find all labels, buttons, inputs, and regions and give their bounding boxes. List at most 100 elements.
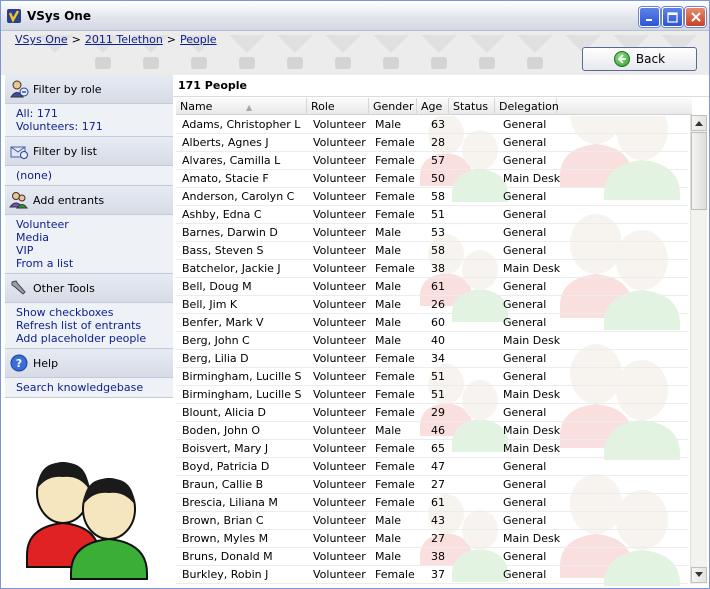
cell-gender: Male (375, 514, 402, 527)
add-volunteer-link[interactable]: Volunteer (16, 218, 173, 231)
table-row[interactable]: Brown, Brian C Volunteer Male 43 General (176, 512, 688, 530)
minimize-button[interactable] (639, 7, 660, 27)
cell-gender: Female (375, 190, 415, 203)
cell-role: Volunteer (313, 316, 366, 329)
add-people-icon (9, 190, 29, 210)
table-row[interactable]: Ashby, Edna C Volunteer Female 51 General (176, 206, 688, 224)
cell-delegation: General (503, 118, 547, 131)
table-row[interactable]: Boisvert, Mary J Volunteer Female 65 Main De… (176, 440, 688, 458)
cell-status (447, 422, 497, 439)
column-header-gender[interactable]: Gender (369, 98, 417, 115)
table-row[interactable]: Berg, John C Volunteer Male 40 Main Desk (176, 332, 688, 350)
people-count-heading: 171 People (173, 75, 709, 97)
cell-gender: Male (375, 280, 402, 293)
cell-delegation: General (503, 154, 547, 167)
table-row[interactable]: Anderson, Carolyn C Volunteer Female 58 Gene… (176, 188, 688, 206)
column-header-role[interactable]: Role (307, 98, 369, 115)
cell-role: Volunteer (313, 550, 366, 563)
breadcrumb-vsys-one[interactable]: VSys One (15, 33, 68, 46)
add-vip-link[interactable]: VIP (16, 244, 173, 257)
cell-role: Volunteer (313, 298, 366, 311)
cell-age: 53 (431, 226, 445, 239)
breadcrumb-telethon[interactable]: 2011 Telethon (85, 33, 163, 46)
column-header-delegation[interactable]: Delegation (495, 98, 559, 115)
add-media-link[interactable]: Media (16, 231, 173, 244)
table-row[interactable]: Batchelor, Jackie J Volunteer Female 38 Main… (176, 260, 688, 278)
cell-age: 47 (431, 460, 445, 473)
table-row[interactable]: Bell, Doug M Volunteer Male 61 General (176, 278, 688, 296)
table-row[interactable]: Brown, Myles M Volunteer Male 27 Main Desk (176, 530, 688, 548)
scroll-up-button[interactable] (691, 115, 707, 131)
cell-delegation: Main Desk (503, 262, 561, 275)
cell-delegation: General (503, 316, 547, 329)
table-row[interactable]: Bruns, Donald M Volunteer Male 38 General (176, 548, 688, 566)
breadcrumb-separator: > (71, 33, 81, 46)
table-row[interactable]: Alberts, Agnes J Volunteer Female 28 General (176, 134, 688, 152)
column-header-age[interactable]: Age (417, 98, 449, 115)
breadcrumb: VSys One >2011 Telethon > People (15, 33, 217, 46)
svg-text:?: ? (16, 357, 22, 370)
cell-gender: Female (375, 172, 415, 185)
table-row[interactable]: Barnes, Darwin D Volunteer Male 53 General (176, 224, 688, 242)
cell-status (447, 368, 497, 385)
cell-name: Bell, Jim K (182, 298, 238, 311)
cell-gender: Female (375, 442, 415, 455)
maximize-icon (667, 11, 678, 23)
table-row[interactable]: Boden, John O Volunteer Male 46 Main Desk (176, 422, 688, 440)
vertical-scrollbar[interactable] (690, 115, 707, 584)
cell-role: Volunteer (313, 532, 366, 545)
back-button[interactable]: Back (582, 47, 697, 71)
cell-status (447, 260, 497, 277)
cell-delegation: Main Desk (503, 388, 561, 401)
cell-delegation: General (503, 460, 547, 473)
table-row[interactable]: Burkley, Robin J Volunteer Female 37 General (176, 566, 688, 584)
cell-gender: Female (375, 406, 415, 419)
add-entrants-title: Add entrants (33, 193, 105, 207)
cell-age: 34 (431, 352, 445, 365)
search-knowledgebase-link[interactable]: Search knowledgebase (16, 381, 173, 394)
cell-age: 61 (431, 496, 445, 509)
scroll-thumb[interactable] (691, 132, 707, 210)
table-row[interactable]: Bass, Steven S Volunteer Male 58 General (176, 242, 688, 260)
filter-all-link[interactable]: All: 171 (16, 107, 173, 120)
cell-role: Volunteer (313, 190, 366, 203)
table-row[interactable]: Alvares, Camilla L Volunteer Female 57 Gener… (176, 152, 688, 170)
cell-status (447, 134, 497, 151)
table-row[interactable]: Adams, Christopher L Volunteer Male 63 Gener… (176, 116, 688, 134)
breadcrumb-people[interactable]: People (180, 33, 217, 46)
filter-list-none-link[interactable]: (none) (16, 169, 173, 182)
table-row[interactable]: Birmingham, Lucille S Volunteer Female 51 Ma… (176, 386, 688, 404)
cell-gender: Female (375, 460, 415, 473)
cell-gender: Male (375, 118, 402, 131)
table-row[interactable]: Bell, Jim K Volunteer Male 26 General (176, 296, 688, 314)
cell-name: Burkley, Robin J (182, 568, 269, 581)
show-checkboxes-link[interactable]: Show checkboxes (16, 306, 173, 319)
cell-status (447, 458, 497, 475)
scroll-down-button[interactable] (691, 567, 707, 583)
cell-status (447, 332, 497, 349)
column-header-name[interactable]: Name ▲ (176, 98, 307, 115)
list-filter-icon (9, 141, 29, 161)
table-row[interactable]: Benfer, Mark V Volunteer Male 60 General (176, 314, 688, 332)
table-row[interactable]: Blount, Alicia D Volunteer Female 29 General (176, 404, 688, 422)
add-from-list-link[interactable]: From a list (16, 257, 173, 270)
filter-volunteers-link[interactable]: Volunteers: 171 (16, 120, 173, 133)
column-header-status[interactable]: Status (449, 98, 495, 115)
cell-gender: Female (375, 370, 415, 383)
back-arrow-icon (613, 51, 630, 67)
cell-role: Volunteer (313, 154, 366, 167)
refresh-entrants-link[interactable]: Refresh list of entrants (16, 319, 173, 332)
table-row[interactable]: Berg, Lilia D Volunteer Female 34 General (176, 350, 688, 368)
cell-name: Blount, Alicia D (182, 406, 267, 419)
cell-name: Brown, Myles M (182, 532, 269, 545)
table-row[interactable]: Birmingham, Lucille S Volunteer Female 51 Ge… (176, 368, 688, 386)
close-button[interactable] (685, 7, 706, 27)
cell-role: Volunteer (313, 262, 366, 275)
maximize-button[interactable] (662, 7, 683, 27)
add-placeholder-link[interactable]: Add placeholder people (16, 332, 173, 345)
table-row[interactable]: Amato, Stacie F Volunteer Female 50 Main Des… (176, 170, 688, 188)
wrench-icon (9, 278, 29, 298)
table-row[interactable]: Braun, Callie B Volunteer Female 27 General (176, 476, 688, 494)
table-row[interactable]: Brescia, Liliana M Volunteer Female 61 Gener… (176, 494, 688, 512)
table-row[interactable]: Boyd, Patricia D Volunteer Female 47 General (176, 458, 688, 476)
